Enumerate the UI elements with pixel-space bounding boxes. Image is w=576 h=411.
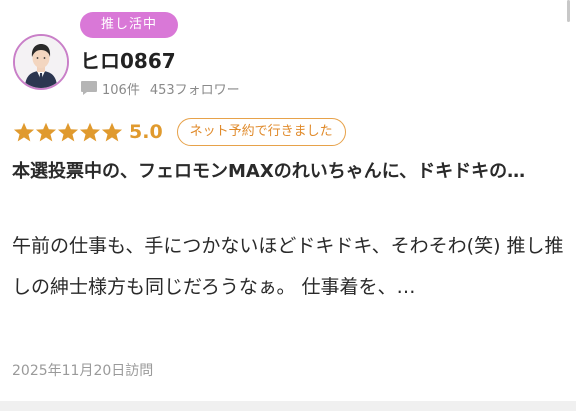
rating-value: 5.0 <box>129 121 163 143</box>
oshi-status-badge: 推し活中 <box>80 12 178 38</box>
rating-row: 5.0 ネット予約で行きました <box>13 117 346 147</box>
star-icon <box>13 122 35 141</box>
user-avatar-icon <box>15 36 67 88</box>
review-body[interactable]: 午前の仕事も、手につかないほどドキドキ、そわそわ(笑) 推し推しの紳士様方も同じ… <box>12 226 564 308</box>
comment-icon <box>81 81 97 95</box>
review-card[interactable]: 推し活中 ヒロ0867 106件 453フォロワー 5.0 ネット予約で行きまし… <box>0 0 576 411</box>
username[interactable]: ヒロ0867 <box>80 45 176 74</box>
star-icon <box>57 122 79 141</box>
section-divider <box>0 401 576 411</box>
visit-date: 2025年11月20日訪問 <box>12 363 154 379</box>
star-icon <box>35 122 57 141</box>
scrollbar[interactable] <box>567 0 570 22</box>
follower-count[interactable]: 453フォロワー <box>150 79 240 98</box>
review-title[interactable]: 本選投票中の、フェロモンMAXのれいちゃんに、ドキドキの… <box>12 157 564 186</box>
user-avatar[interactable] <box>13 34 69 90</box>
review-count[interactable]: 106件 <box>102 79 140 98</box>
rating-stars <box>13 122 123 143</box>
star-icon <box>79 122 101 141</box>
reservation-tag: ネット予約で行きました <box>176 118 346 146</box>
user-stats: 106件 453フォロワー <box>80 78 240 98</box>
star-icon <box>101 122 123 141</box>
